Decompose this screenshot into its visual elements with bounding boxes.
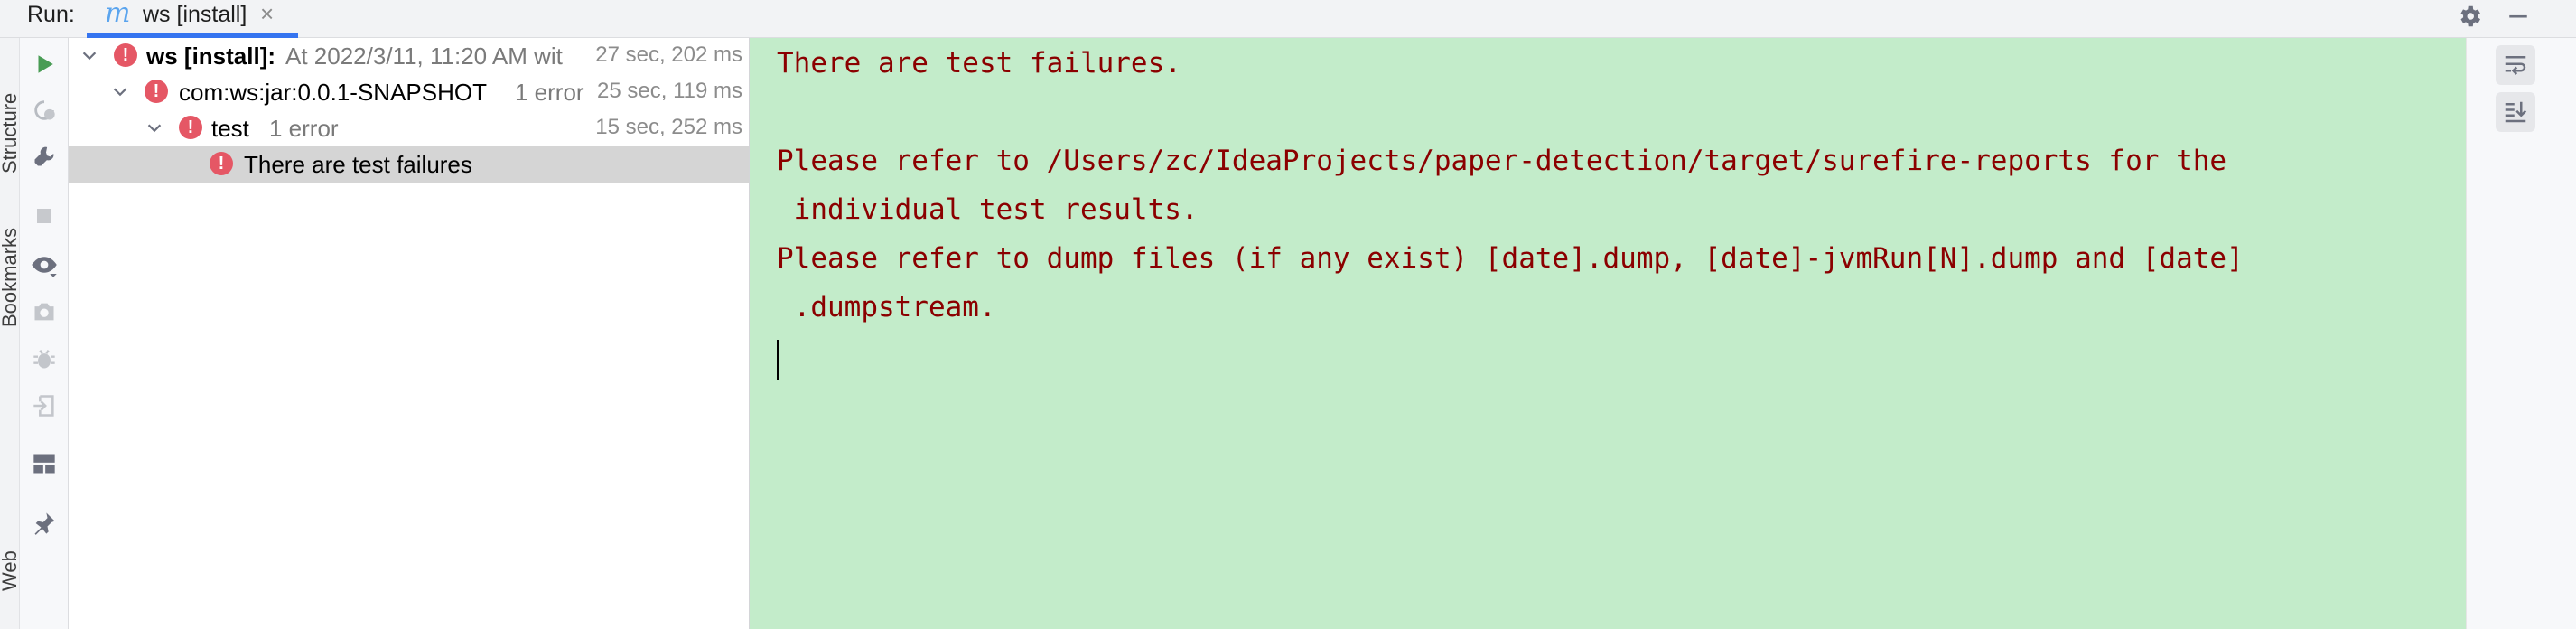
soft-wrap-icon <box>2505 56 2526 75</box>
import-button <box>27 389 61 423</box>
error-icon: ! <box>210 152 233 175</box>
error-icon: ! <box>145 80 168 103</box>
tree-row-label: There are test failures <box>244 151 472 178</box>
console-line: individual test results. <box>777 193 1199 226</box>
console-line: Please refer to /Users/zc/IdeaProjects/p… <box>777 145 2227 177</box>
layout-button[interactable] <box>27 446 61 481</box>
debug-button <box>27 342 61 376</box>
console-side-toolbar <box>2466 38 2576 629</box>
camera-icon <box>34 303 54 321</box>
tree-row-detail: 1 error <box>269 115 339 142</box>
left-tool-stripe: Structure Bookmarks Web <box>0 38 20 629</box>
layout-icon <box>33 454 55 474</box>
tree-row-test[interactable]: ! test 1 error 15 sec, 252 ms <box>69 110 749 146</box>
console-line: Please refer to dump files (if any exist… <box>777 242 2244 275</box>
hide-button[interactable] <box>2502 0 2534 33</box>
stop-icon <box>37 209 51 223</box>
tree-row-time: 25 sec, 119 ms <box>592 79 742 104</box>
error-icon: ! <box>179 116 202 139</box>
tab-ws-install[interactable]: m ws [install] × <box>87 0 298 38</box>
show-output-button[interactable] <box>27 248 61 282</box>
gear-icon <box>2460 5 2480 27</box>
stripe-web[interactable]: Web <box>0 550 19 591</box>
tree-row-ws-install[interactable]: ! ws [install]: At 2022/3/11, 11:20 AM w… <box>69 38 749 74</box>
close-icon[interactable]: × <box>260 0 274 28</box>
pin-icon <box>34 512 55 535</box>
tree-row-detail: At 2022/3/11, 11:20 AM wit <box>285 42 563 70</box>
chevron-down-icon[interactable] <box>145 118 164 138</box>
wrench-icon <box>34 146 54 166</box>
run-label: Run: <box>27 2 75 27</box>
stripe-bookmarks[interactable]: Bookmarks <box>0 228 19 327</box>
chevron-down-icon[interactable] <box>79 46 99 66</box>
pin-tab-button[interactable] <box>27 506 61 540</box>
maven-settings-button[interactable] <box>27 139 61 174</box>
tree-row-label: test <box>211 115 249 142</box>
tree-row-time: 15 sec, 252 ms <box>590 115 742 140</box>
stop-button <box>27 199 61 233</box>
rerun-failed-icon <box>34 100 55 120</box>
maven-icon: m <box>105 0 131 29</box>
chevron-down-icon[interactable] <box>110 82 130 102</box>
console-output[interactable]: There are test failures. Please refer to… <box>750 38 2466 629</box>
run-tool-window-header: Run: m ws [install] × <box>0 0 2576 38</box>
scroll-to-end-button[interactable] <box>2496 92 2535 132</box>
console-line: There are test failures. <box>777 47 1181 80</box>
tree-row-test-failures[interactable]: ! There are test failures <box>69 146 749 183</box>
rerun-failed-button <box>27 93 61 127</box>
tree-row-detail: 1 error <box>515 79 584 106</box>
thread-dump-button <box>27 295 61 329</box>
tree-row-label: com:ws:jar:0.0.1-SNAPSHOT <box>179 79 487 106</box>
tab-title: ws [install] <box>143 2 247 27</box>
tree-row-time: 27 sec, 202 ms <box>590 42 742 68</box>
run-toolbar <box>20 38 69 629</box>
text-caret <box>777 340 779 380</box>
settings-button[interactable] <box>2453 0 2486 33</box>
rerun-button[interactable] <box>27 47 61 81</box>
soft-wrap-button[interactable] <box>2496 45 2535 85</box>
stripe-structure[interactable]: Structure <box>0 93 19 174</box>
import-icon <box>33 395 54 417</box>
minimize-icon <box>2509 14 2527 18</box>
run-icon <box>38 55 53 73</box>
tree-row-ws-jar[interactable]: ! com:ws:jar:0.0.1-SNAPSHOT 1 error 25 s… <box>69 74 749 110</box>
bug-icon <box>33 350 55 369</box>
eye-icon <box>32 257 57 277</box>
build-tree: ! ws [install]: At 2022/3/11, 11:20 AM w… <box>69 38 750 629</box>
console-line: .dumpstream. <box>777 291 996 324</box>
tree-row-label: ws [install]: <box>146 42 276 70</box>
error-icon: ! <box>114 43 137 67</box>
scroll-to-end-icon <box>2505 101 2527 123</box>
